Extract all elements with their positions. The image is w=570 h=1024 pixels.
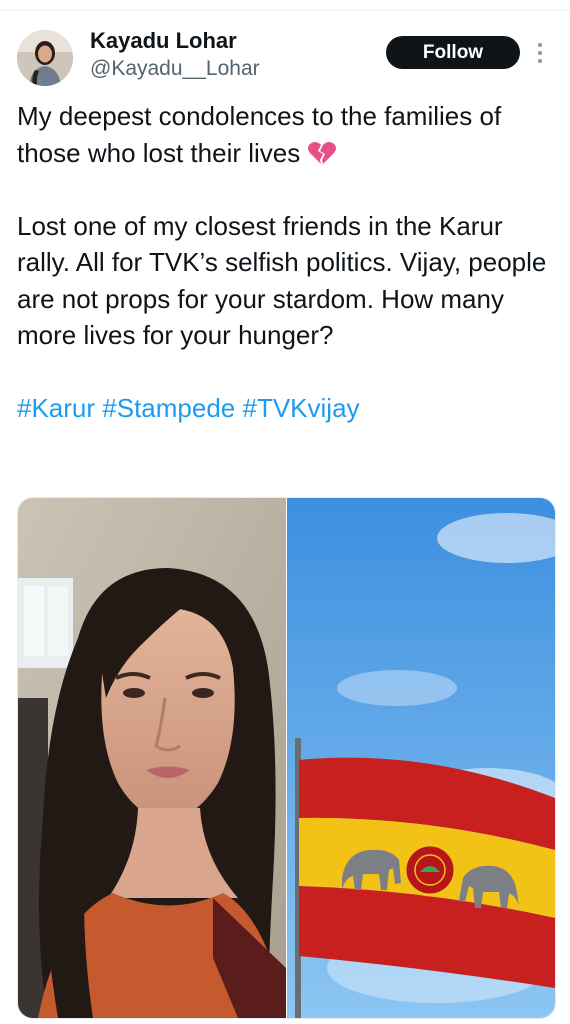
tvk-flag-photo xyxy=(287,498,555,1018)
user-handle[interactable]: @Kayadu__Lohar xyxy=(90,57,260,81)
tweet-paragraph-2: Lost one of my closest friends in the Ka… xyxy=(17,210,547,351)
hashtag-tvkvijay[interactable]: #TVKvijay xyxy=(243,393,360,423)
follow-button[interactable]: Follow xyxy=(386,36,520,69)
hashtag-line: #Karur #Stampede #TVKvijay xyxy=(17,390,557,427)
tweet-paragraph: My deepest condolences to the families o… xyxy=(17,98,557,171)
tweet-paragraph-1: My deepest condolences to the families o… xyxy=(17,101,502,168)
media-left-image[interactable] xyxy=(18,498,286,1018)
woman-portrait-photo xyxy=(18,498,286,1018)
top-divider xyxy=(0,0,570,11)
avatar[interactable] xyxy=(17,30,73,86)
display-name[interactable]: Kayadu Lohar xyxy=(90,28,237,54)
hashtag-stampede[interactable]: #Stampede xyxy=(102,393,235,423)
more-options-icon[interactable] xyxy=(533,38,547,68)
media-grid[interactable] xyxy=(17,497,556,1019)
hashtag-karur[interactable]: #Karur xyxy=(17,393,95,423)
avatar-image xyxy=(17,30,73,86)
tweet-text: My deepest condolences to the families o… xyxy=(17,98,557,427)
broken-heart-icon xyxy=(308,141,337,164)
media-right-image[interactable] xyxy=(287,498,555,1018)
